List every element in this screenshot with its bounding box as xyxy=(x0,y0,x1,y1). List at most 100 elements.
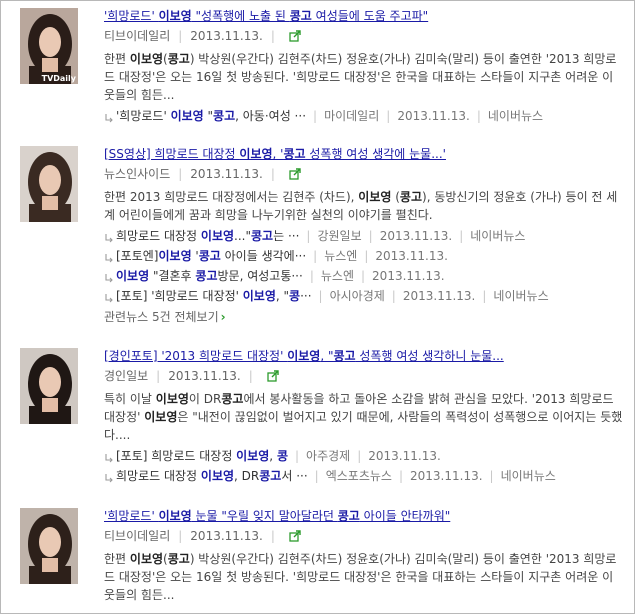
highlight-keyword: 이보영 xyxy=(200,229,235,243)
text-segment: '희망로드' xyxy=(116,109,171,123)
separator: | xyxy=(489,469,494,483)
naver-news-link[interactable]: 네이버뉴스 xyxy=(470,228,525,244)
publish-date: 2013.11.13. xyxy=(168,369,241,383)
text-segment: ··· xyxy=(300,289,312,303)
article-snippet: 한편 이보영(콩고) 박상원(우간다) 김현주(차드) 정윤호(가나) 김미숙(… xyxy=(104,50,624,104)
highlight-keyword: 이보영 xyxy=(116,269,150,283)
related-news-link[interactable]: 이보영 "결혼후 콩고방문, 여성고통··· xyxy=(116,268,303,284)
article-snippet: 특히 이날 이보영이 DR콩고에서 봉사활동을 하고 돌아온 소감을 밝혀 관심… xyxy=(104,390,624,444)
text-segment: ..." xyxy=(234,229,252,243)
corner-arrow-icon xyxy=(104,271,114,283)
text-segment: , 아동·여성 ··· xyxy=(235,109,307,123)
article-thumbnail[interactable] xyxy=(20,146,78,222)
highlight-keyword: 이보영 xyxy=(155,392,189,406)
separator: | xyxy=(156,369,161,383)
text-segment: 한편 xyxy=(104,52,130,66)
related-news-link[interactable]: 희망로드 대장정 이보영..."콩고는 ··· xyxy=(116,228,299,244)
separator: | xyxy=(313,109,318,123)
highlight-keyword: 콩고 xyxy=(221,392,244,406)
related-source[interactable]: 아시아경제 xyxy=(330,288,385,304)
share-arrow-icon[interactable] xyxy=(267,370,280,382)
share-arrow-icon[interactable] xyxy=(289,168,302,180)
related-source[interactable]: 아주경제 xyxy=(306,448,350,464)
article-thumbnail[interactable] xyxy=(20,508,78,584)
text-segment: 희망로드 대장정 xyxy=(116,469,201,483)
article-content: [경인포토] '2013 희망로드 대장정' 이보영, "콩고 성폭행 여성 생… xyxy=(104,348,624,486)
highlight-keyword: 이보영 xyxy=(287,349,321,363)
text-segment: 한편 xyxy=(104,552,130,566)
publish-date: 2013.11.13. xyxy=(190,167,263,181)
text-segment: 한편 2013 희망로드 대장정에서는 김현주 (차드), xyxy=(104,190,359,204)
article-title-link[interactable]: [경인포토] '2013 희망로드 대장정' 이보영, "콩고 성폭행 여성 생… xyxy=(104,348,624,364)
text-segment: [포토] '희망로드 대장정' xyxy=(116,289,243,303)
more-label[interactable]: 관련뉴스 5건 전체보기 xyxy=(104,310,219,324)
related-source[interactable]: 강원일보 xyxy=(317,228,361,244)
text-segment: ' xyxy=(191,249,199,263)
text-segment: [SS영상] 희망로드 대장정 xyxy=(104,147,240,161)
text-segment: 방문, 여성고통··· xyxy=(217,269,303,283)
highlight-keyword: 콩 xyxy=(276,449,288,463)
text-segment: 은 "내전이 끊임없이 벌어지고 있기 때문에, 사람들의 폭력성이 성폭행으로… xyxy=(104,410,623,442)
text-segment: , xyxy=(269,449,277,463)
article-content: '희망로드' 이보영 "성폭행에 노출 된 콩고 여성들에 도움 주고파" 티브이… xyxy=(104,8,624,126)
related-news-row: 이보영 "결혼후 콩고방문, 여성고통··· | 뉴스엔 | 2013.11.13. xyxy=(104,266,624,286)
naver-news-link[interactable]: 네이버뉴스 xyxy=(501,468,556,484)
highlight-keyword: 콩고 xyxy=(259,469,282,483)
highlight-keyword: 이보영 xyxy=(158,249,192,263)
related-news-link[interactable]: '희망로드' 이보영 "콩고, 아동·여성 ··· xyxy=(116,108,306,124)
share-arrow-icon[interactable] xyxy=(289,30,302,42)
related-date: 2013.11.13. xyxy=(372,269,445,283)
separator: | xyxy=(364,249,369,263)
related-date: 2013.11.13. xyxy=(375,249,448,263)
thumbnail-watermark: TVDaily xyxy=(41,74,76,83)
article-thumbnail[interactable] xyxy=(20,348,78,424)
highlight-keyword: 이보영 xyxy=(358,190,392,204)
related-source[interactable]: 뉴스엔 xyxy=(321,268,354,284)
separator: | xyxy=(398,469,404,483)
corner-arrow-icon xyxy=(104,231,114,243)
text-segment: 는 ··· xyxy=(273,229,300,243)
related-news-link[interactable]: [포토] '희망로드 대장정' 이보영, "콩··· xyxy=(116,288,312,304)
separator: | xyxy=(368,229,373,243)
source-name[interactable]: 경인일보 xyxy=(104,368,148,384)
highlight-keyword: 콩 xyxy=(289,289,301,303)
text-segment: 희망로드 대장정 xyxy=(116,229,201,243)
source-name[interactable]: 티브이데일리 xyxy=(104,528,170,544)
article-snippet: 한편 이보영(콩고) 박상원(우간다) 김현주(차드) 정윤호(가나) 김미숙(… xyxy=(104,550,624,604)
article-meta: 뉴스인사이드 | 2013.11.13. | xyxy=(104,166,624,182)
source-name[interactable]: 티브이데일리 xyxy=(104,28,170,44)
source-name[interactable]: 뉴스인사이드 xyxy=(104,166,170,182)
related-source[interactable]: 마이데일리 xyxy=(324,108,379,124)
separator: | xyxy=(270,529,275,543)
text-segment: 여성들에 도움 주고파" xyxy=(311,9,429,23)
corner-arrow-icon xyxy=(104,251,114,263)
related-source[interactable]: 엑스포츠뉴스 xyxy=(326,468,392,484)
naver-news-link[interactable]: 네이버뉴스 xyxy=(493,288,548,304)
article-title-link[interactable]: [SS영상] 희망로드 대장정 이보영, '콩고 성폭행 여성 생각에 눈물..… xyxy=(104,146,624,162)
related-news-link[interactable]: [포토] 희망로드 대장정 이보영, 콩 xyxy=(116,448,288,464)
text-segment: "성폭행에 노출 된 xyxy=(191,9,290,23)
highlight-keyword: 콩고 xyxy=(399,190,423,204)
text-segment: , ' xyxy=(272,147,284,161)
article-thumbnail[interactable]: TVDaily xyxy=(20,8,78,84)
text-segment: 아이들 안타까워" xyxy=(359,509,451,523)
related-news-link[interactable]: [포토엔]이보영 '콩고 아이들 생각에··· xyxy=(116,248,306,264)
text-segment: [포토엔] xyxy=(116,249,159,263)
related-source[interactable]: 뉴스엔 xyxy=(324,248,357,264)
separator: | xyxy=(459,229,464,243)
article-title-link[interactable]: '희망로드' 이보영 눈물 "우릴 잊지 말아달라던 콩고 아이들 안타까워" xyxy=(104,508,624,524)
related-news-link[interactable]: 희망로드 대장정 이보영, DR콩고서 ··· xyxy=(116,468,308,484)
naver-news-link[interactable]: 네이버뉴스 xyxy=(488,108,543,124)
highlight-keyword: 콩고 xyxy=(167,52,190,66)
share-arrow-icon[interactable] xyxy=(289,530,302,542)
related-news-row: [포토] '희망로드 대장정' 이보영, "콩··· | 아시아경제 | 2013.11… xyxy=(104,286,624,306)
corner-arrow-icon xyxy=(104,111,114,123)
highlight-keyword: 이보영 xyxy=(239,147,273,161)
text-segment: [포토] 희망로드 대장정 xyxy=(116,449,237,463)
related-news-more-link[interactable]: 관련뉴스 5건 전체보기 › xyxy=(104,308,624,326)
article-title-link[interactable]: '희망로드' 이보영 "성폭행에 노출 된 콩고 여성들에 도움 주고파" xyxy=(104,8,624,24)
article-meta: 티브이데일리 | 2013.11.13. | xyxy=(104,528,624,544)
separator: | xyxy=(361,269,366,283)
highlight-keyword: 이보영 xyxy=(158,509,192,523)
highlight-keyword: 이보영 xyxy=(158,9,192,23)
